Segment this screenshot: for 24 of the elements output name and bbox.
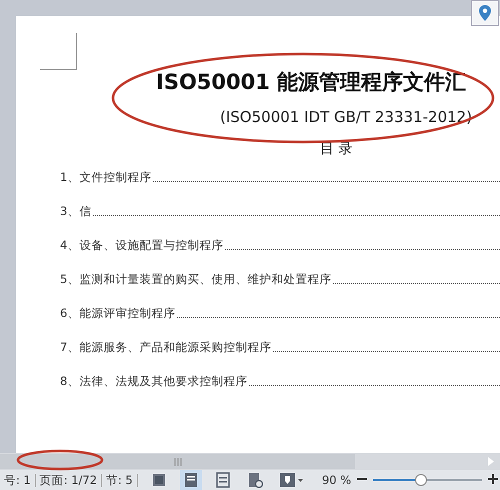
toc-entry: 8、法律、法规及其他要求控制程序 [60, 374, 248, 389]
margin-corner-mark [40, 33, 77, 70]
toc-entry: 1、文件控制程序 [60, 170, 152, 185]
toc-heading: 目 录 [320, 140, 352, 158]
toc-entry: 6、能源评审控制程序 [60, 306, 176, 321]
page-count-text: 页面: 1/72 [38, 472, 98, 488]
toc-entry: 5、监测和计量装置的购买、使用、维护和处置程序 [60, 272, 332, 287]
page-number-text: 号: 1 [3, 472, 32, 488]
toc-entry: 7、能源服务、产品和能源采购控制程序 [60, 340, 272, 355]
document-subtitle: (ISO50001 IDT GB/T 23331-2012) [220, 108, 472, 126]
grip-icon[interactable] [174, 458, 182, 466]
outline-view-icon [216, 472, 230, 488]
page-view-icon [184, 472, 198, 488]
toc-entry: 3、信 [60, 204, 92, 219]
location-pin-icon [479, 5, 491, 21]
zoom-percent: 90 % [320, 473, 352, 487]
fullscreen-icon [150, 472, 167, 488]
plus-icon [488, 474, 498, 484]
page-view-button[interactable] [180, 470, 202, 490]
location-pin-button[interactable] [471, 0, 499, 26]
section-text: 节: 5 [104, 472, 134, 488]
horizontal-scrollbar[interactable] [0, 453, 500, 470]
toc-entry: 4、设备、设施配置与控制程序 [60, 238, 224, 253]
slider-thumb[interactable] [415, 474, 428, 486]
